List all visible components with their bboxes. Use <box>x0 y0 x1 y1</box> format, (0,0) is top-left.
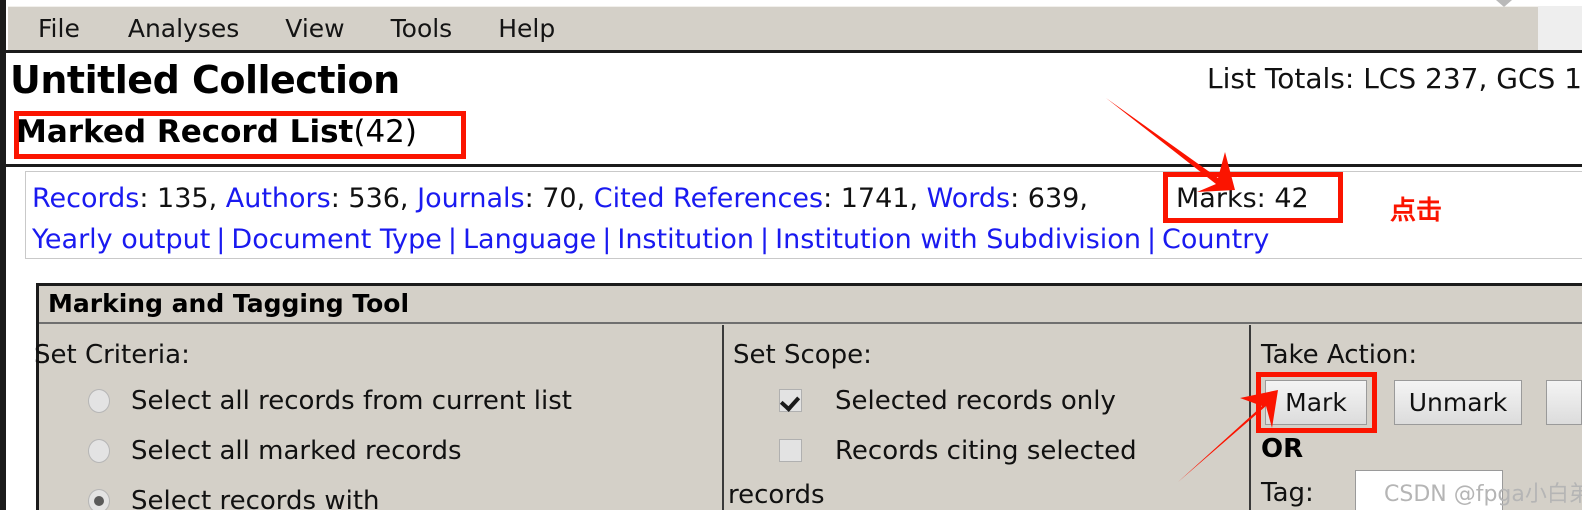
window-left-inner-border <box>6 0 8 510</box>
radio-icon-selected[interactable] <box>88 489 110 510</box>
mark-button-highlight-box <box>1256 372 1377 433</box>
take-action-heading: Take Action: <box>1261 340 1418 370</box>
link-separator-4: | <box>760 224 770 255</box>
tool-column-divider-2 <box>1249 325 1251 510</box>
records-value: : 135, <box>139 183 226 214</box>
tool-title-divider <box>39 322 1582 324</box>
link-separator-5: | <box>1146 224 1157 255</box>
words-value: : 639, <box>1010 183 1088 214</box>
menu-item-help[interactable]: Help <box>498 14 555 43</box>
criteria-option-label: Select all marked records <box>131 436 462 466</box>
criteria-option-all-marked-records[interactable]: Select all marked records <box>88 436 462 466</box>
page-title: Untitled Collection <box>10 58 400 102</box>
marked-record-list-label: Marked Record List <box>16 114 354 150</box>
tag-input[interactable] <box>1355 470 1503 510</box>
menu-item-analyses[interactable]: Analyses <box>128 14 239 43</box>
marked-record-list-count: (42) <box>353 114 417 150</box>
unmark-button[interactable]: Unmark <box>1394 380 1522 425</box>
header-divider <box>0 164 1582 167</box>
marking-and-tagging-tool-title: Marking and Tagging Tool <box>48 289 410 318</box>
scope-option-label-wrapped: records <box>728 480 825 510</box>
marked-record-list-heading: Marked Record List(42) <box>16 114 417 150</box>
application-window: File Analyses View Tools Help Untitled C… <box>0 0 1582 510</box>
criteria-option-all-records-current-list[interactable]: Select all records from current list <box>88 386 572 416</box>
radio-icon-unselected[interactable] <box>88 389 110 413</box>
tool-column-divider-1 <box>722 325 724 510</box>
link-language[interactable]: Language <box>463 224 596 255</box>
authors-link[interactable]: Authors <box>226 183 331 214</box>
tag-label: Tag: <box>1261 478 1314 508</box>
click-annotation-label: 点击 <box>1390 196 1443 226</box>
set-scope-heading: Set Scope: <box>733 340 872 370</box>
cited-references-value: : 1741, <box>823 183 927 214</box>
cited-references-link[interactable]: Cited References <box>594 183 823 214</box>
list-totals-text: List Totals: LCS 237, GCS 1 <box>1207 62 1582 95</box>
records-link[interactable]: Records <box>32 183 139 214</box>
set-criteria-heading: Set Criteria: <box>34 340 190 370</box>
checkbox-icon-unchecked[interactable] <box>779 439 802 462</box>
criteria-option-select-records-with[interactable]: Select records with <box>88 486 380 510</box>
criteria-option-label: Select all records from current list <box>131 386 572 416</box>
scope-option-label: Selected records only <box>835 386 1116 416</box>
journals-link[interactable]: Journals <box>417 183 524 214</box>
link-yearly-output[interactable]: Yearly output <box>32 224 210 255</box>
marks-highlight-box <box>1163 172 1343 223</box>
link-institution[interactable]: Institution <box>617 224 754 255</box>
menu-bar: File Analyses View Tools Help <box>8 6 1538 50</box>
link-separator-3: | <box>602 224 612 255</box>
menu-bar-divider <box>0 50 1582 53</box>
checkbox-icon-checked[interactable] <box>779 389 802 412</box>
authors-value: : 536, <box>330 183 418 214</box>
link-separator-2: | <box>447 224 457 255</box>
radio-icon-unselected[interactable] <box>88 439 110 463</box>
menu-bar-right-filler <box>1538 6 1582 50</box>
link-separator-1: | <box>216 224 226 255</box>
statistics-links-row: Yearly output | Document Type | Language | Ins… <box>32 224 1269 255</box>
or-separator-label: OR <box>1261 434 1304 464</box>
menu-item-file[interactable]: File <box>38 14 80 43</box>
journals-value: : 70, <box>524 183 594 214</box>
words-link[interactable]: Words <box>927 183 1010 214</box>
scope-option-label: Records citing selected <box>835 436 1137 466</box>
criteria-option-label: Select records with <box>131 486 380 510</box>
menu-item-tools[interactable]: Tools <box>391 14 453 43</box>
link-institution-with-subdivision[interactable]: Institution with Subdivision <box>775 224 1141 255</box>
additional-action-button[interactable] <box>1546 380 1582 425</box>
scope-option-selected-records-only[interactable]: Selected records only <box>779 386 1116 416</box>
link-country[interactable]: Country <box>1162 224 1269 255</box>
scope-option-records-citing-selected[interactable]: Records citing selected <box>779 436 1137 466</box>
menu-item-view[interactable]: View <box>285 14 344 43</box>
link-document-type[interactable]: Document Type <box>231 224 441 255</box>
statistics-counts-row: Records: 135, Authors: 536, Journals: 70… <box>32 183 1088 214</box>
